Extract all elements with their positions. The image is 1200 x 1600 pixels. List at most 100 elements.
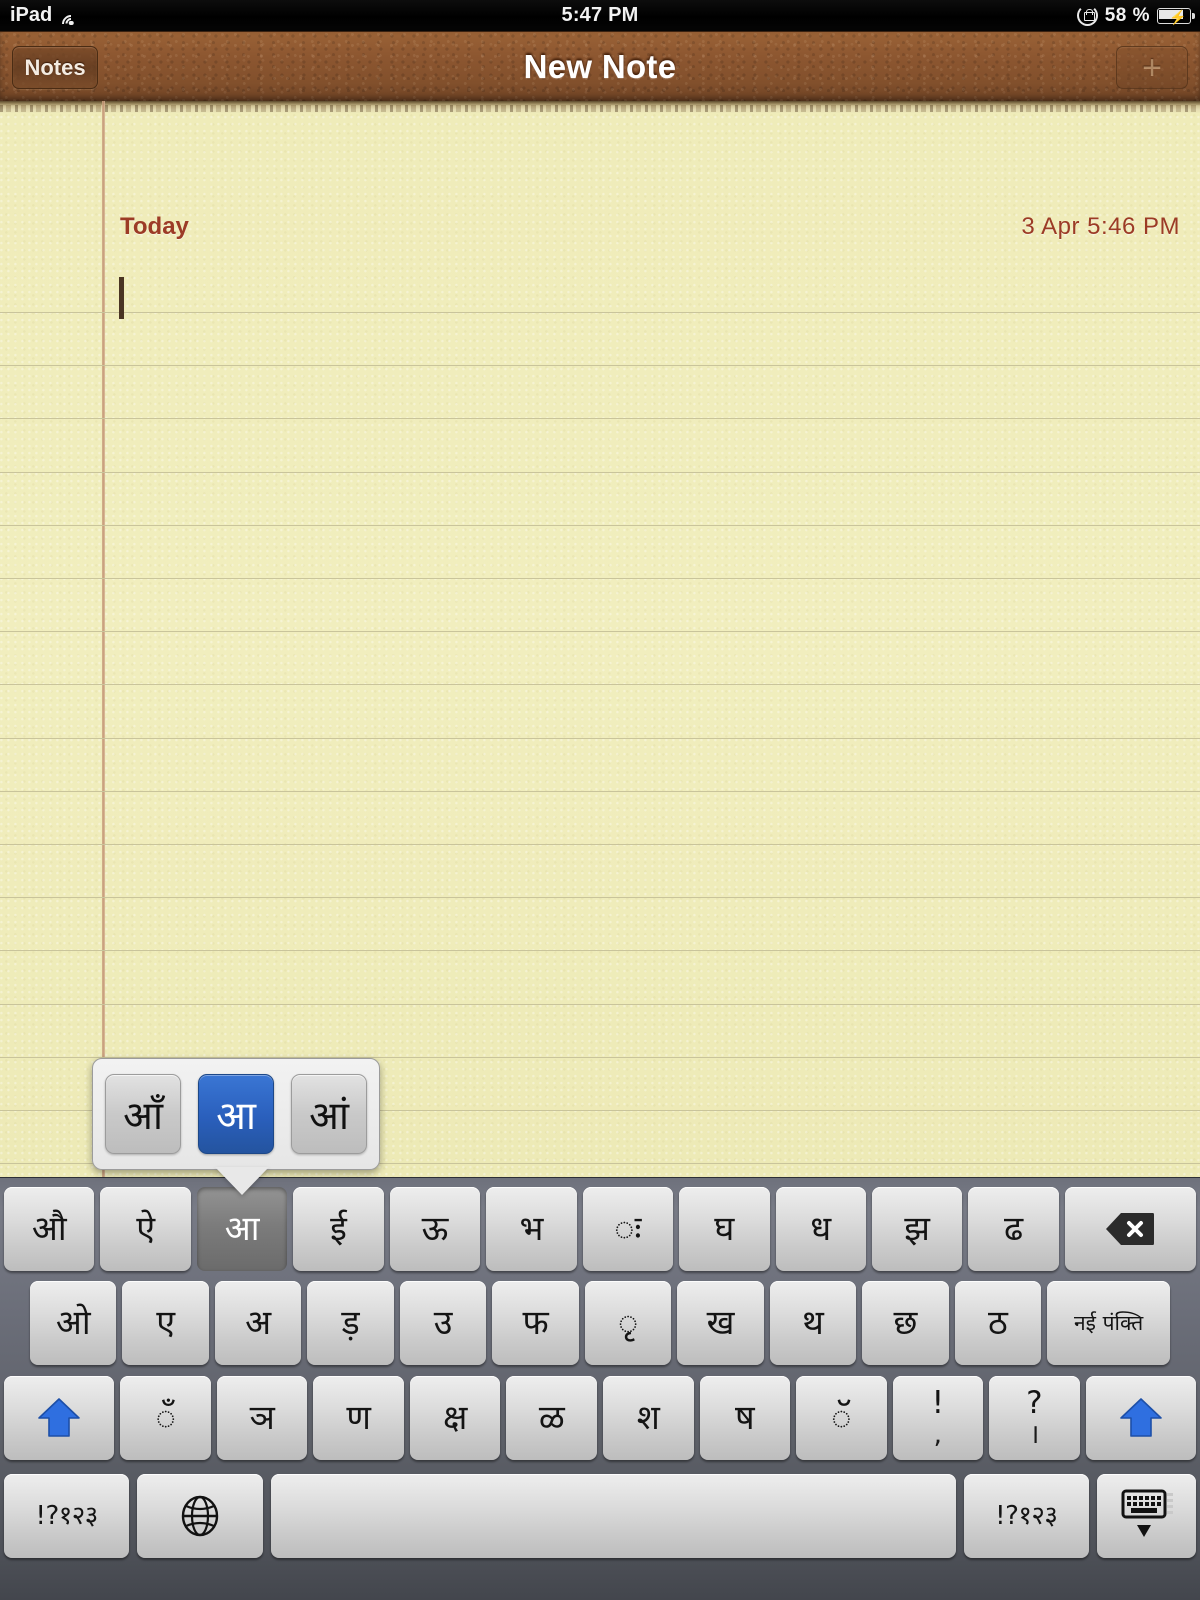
key-1-5[interactable]: भ: [486, 1187, 577, 1271]
key-return[interactable]: नई पंक्ति: [1047, 1281, 1170, 1365]
key-1-3[interactable]: ई: [293, 1187, 384, 1271]
key-label: ञ: [249, 1398, 275, 1438]
key-label: औ: [31, 1209, 67, 1249]
key-2-5[interactable]: फ: [492, 1281, 579, 1365]
key-label: छ: [893, 1303, 918, 1343]
paper-rule-line: [0, 365, 1200, 366]
key-3-8[interactable]: ॅ: [796, 1376, 887, 1460]
battery-charging-icon: ⚡: [1157, 7, 1195, 25]
key-2-0[interactable]: ओ: [30, 1281, 117, 1365]
key-1-7[interactable]: घ: [679, 1187, 770, 1271]
key-label: !?१२३: [995, 1501, 1058, 1531]
hindi-keyboard[interactable]: औ ऐ आ ई ऊ भः घ ध झ ढ ओ ए अ ड़ उ फृ ख थ छ ठ नई पंक्ति ँ ञ ण क्ष…: [0, 1177, 1200, 1600]
status-bar-clock: 5:47 PM: [561, 4, 639, 26]
paper-rule-line: [0, 950, 1200, 951]
add-note-button[interactable]: +: [1116, 46, 1188, 89]
wifi-icon: [58, 8, 84, 37]
backspace-icon: [1105, 1212, 1155, 1246]
key-2-3[interactable]: ड़: [307, 1281, 394, 1365]
key-3-5[interactable]: ळ: [506, 1376, 597, 1460]
key-2-6[interactable]: ृ: [584, 1281, 672, 1365]
key-2-9[interactable]: छ: [862, 1281, 949, 1365]
key-3-3[interactable]: ण: [313, 1376, 404, 1460]
key-label: ः: [614, 1209, 642, 1249]
key-1-10[interactable]: ढ: [968, 1187, 1059, 1271]
key-label: ?: [1026, 1385, 1043, 1421]
navigation-bar: Notes New Note +: [0, 31, 1200, 101]
key-label: क्ष: [443, 1398, 468, 1438]
paper-torn-edge: [0, 101, 1200, 113]
paper-rule-line: [0, 312, 1200, 313]
key-label: थ: [802, 1303, 824, 1343]
key-3-1[interactable]: ँ: [120, 1376, 211, 1460]
key-3-9[interactable]: !,: [892, 1376, 984, 1460]
shift-key[interactable]: [1085, 1376, 1196, 1460]
key-3-10[interactable]: ? ।: [989, 1376, 1080, 1460]
key-label: ठ: [988, 1303, 1008, 1343]
key-label: ए: [156, 1303, 176, 1343]
key-1-9[interactable]: झ: [871, 1187, 963, 1271]
paper-rule-line: [0, 738, 1200, 739]
key-label: नई पंक्ति: [1073, 1310, 1144, 1335]
key-label: ृ: [617, 1303, 639, 1343]
shift-key[interactable]: [4, 1376, 115, 1460]
key-label: श: [636, 1398, 660, 1438]
battery-percent-label: 58 %: [1104, 4, 1150, 26]
paper-rule-line: [0, 844, 1200, 845]
note-paper[interactable]: Today 3 Apr 5:46 PM: [0, 101, 1200, 1177]
key-2-7[interactable]: ख: [677, 1281, 764, 1365]
accent-key-2[interactable]: आं: [291, 1074, 367, 1154]
key-1-6[interactable]: ः: [582, 1187, 674, 1271]
key-1-1[interactable]: ऐ: [100, 1187, 191, 1271]
paper-rule-line: [0, 472, 1200, 473]
keyboard-row-4: !?१२३ !?१२३: [0, 1470, 1200, 1562]
shift-icon: [37, 1397, 81, 1439]
key-3-2[interactable]: ञ: [216, 1376, 308, 1460]
key-1-8[interactable]: ध: [775, 1187, 866, 1271]
key-2-1[interactable]: ए: [122, 1281, 209, 1365]
globe-key[interactable]: [137, 1474, 263, 1558]
accent-key-label: आँ: [123, 1093, 163, 1139]
note-date-label: 3 Apr 5:46 PM: [1021, 213, 1180, 240]
key-3-6[interactable]: श: [603, 1376, 694, 1460]
hide-keyboard-key[interactable]: [1097, 1474, 1196, 1558]
plus-icon: +: [1142, 48, 1162, 87]
rotation-lock-icon: [1076, 5, 1098, 26]
key-num-left[interactable]: !?१२३: [4, 1474, 130, 1558]
paper-rule-line: [0, 631, 1200, 632]
key-label: भ: [519, 1209, 544, 1249]
key-label: ड़: [341, 1303, 360, 1343]
status-bar: iPad 5:47 PM 58 % ⚡: [0, 0, 1200, 37]
accent-variants-popup[interactable]: आँ आ आं: [92, 1058, 380, 1170]
globe-icon: [179, 1495, 221, 1537]
key-label: फ: [522, 1303, 549, 1343]
key-1-4[interactable]: ऊ: [389, 1187, 481, 1271]
paper-rule-line: [0, 684, 1200, 685]
text-caret: [119, 277, 124, 319]
paper-rule-line: [0, 897, 1200, 898]
key-label: ओ: [55, 1303, 91, 1343]
key-num-right[interactable]: !?१२३: [963, 1474, 1089, 1558]
key-space[interactable]: [270, 1474, 956, 1558]
backspace-key[interactable]: [1064, 1187, 1196, 1271]
key-1-0[interactable]: औ: [4, 1187, 95, 1271]
accent-key-1[interactable]: आ: [198, 1074, 274, 1154]
key-label: ळ: [538, 1398, 565, 1438]
key-3-4[interactable]: क्ष: [409, 1376, 501, 1460]
key-2-4[interactable]: उ: [399, 1281, 487, 1365]
key-label: ष: [734, 1398, 755, 1438]
key-sublabel: ,: [933, 1419, 943, 1450]
key-label: उ: [433, 1303, 453, 1343]
paper-margin-line: [102, 101, 105, 1177]
key-label: आ: [224, 1209, 260, 1249]
key-3-7[interactable]: ष: [699, 1376, 791, 1460]
key-label: ँ: [155, 1398, 176, 1438]
key-2-2[interactable]: अ: [214, 1281, 302, 1365]
key-2-10[interactable]: ठ: [954, 1281, 1042, 1365]
key-label: ई: [330, 1209, 347, 1249]
key-sublabel: ।: [1029, 1419, 1040, 1450]
accent-key-0[interactable]: आँ: [105, 1074, 181, 1154]
key-2-8[interactable]: थ: [769, 1281, 857, 1365]
key-1-2[interactable]: आ: [196, 1187, 288, 1271]
device-name: iPad: [10, 4, 53, 26]
